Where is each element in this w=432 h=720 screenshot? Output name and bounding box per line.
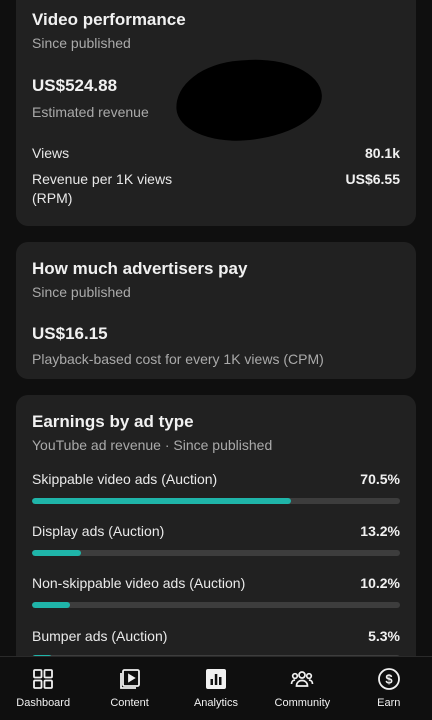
ad-type-label: Non-skippable video ads (Auction) (32, 575, 246, 591)
advertisers-pay-card[interactable]: How much advertisers pay Since published… (16, 242, 416, 379)
nav-label-content: Content (110, 697, 149, 709)
nav-label-community: Community (274, 697, 331, 709)
nav-label-earn: Earn (377, 697, 401, 709)
content-icon (119, 669, 140, 689)
ad-type-bar-fill (32, 498, 292, 504)
ad-type-percent: 13.2% (360, 523, 400, 539)
video-performance-title: Video performance (32, 10, 186, 29)
advertisers-pay-subtitle: Since published (32, 284, 131, 300)
nav-label-analytics: Analytics (193, 697, 238, 709)
analytics-icon (205, 669, 226, 689)
ad-type-row: Skippable video ads (Auction) 70.5% (32, 470, 400, 504)
bottom-navigation: Dashboard Content Analytics Community $ … (0, 656, 432, 720)
earn-icon: $ (377, 668, 400, 690)
views-label: Views (32, 145, 70, 161)
rpm-row: Revenue per 1K views (RPM) US$6.55 (32, 170, 400, 208)
earnings-title: Earnings by ad type (32, 412, 194, 431)
ad-type-bar-fill (32, 602, 70, 608)
ad-type-bar-fill (32, 550, 81, 556)
community-icon (291, 671, 314, 687)
nav-label-dashboard: Dashboard (16, 697, 71, 709)
ad-type-row: Non-skippable video ads (Auction) 10.2% (32, 574, 400, 608)
nav-item-earn[interactable]: $ Earn (346, 657, 432, 720)
ad-type-label: Skippable video ads (Auction) (32, 471, 218, 487)
views-value: 80.1k (364, 145, 400, 161)
nav-item-community[interactable]: Community (259, 657, 345, 720)
advertisers-pay-title: How much advertisers pay (32, 259, 248, 278)
ad-type-percent: 10.2% (360, 575, 400, 591)
rpm-value: US$6.55 (345, 171, 400, 187)
earnings-subtitle: YouTube ad revenue · Since published (32, 437, 273, 453)
video-performance-subtitle: Since published (32, 35, 131, 51)
screen: Video performance Since published US$524… (0, 0, 432, 720)
nav-item-content[interactable]: Content (87, 657, 173, 720)
ad-type-label: Display ads (Auction) (32, 523, 165, 539)
ad-type-percent: 5.3% (368, 628, 400, 644)
ad-type-bar-track (32, 602, 400, 608)
ad-type-percent: 70.5% (360, 471, 400, 487)
ad-type-label: Bumper ads (Auction) (32, 628, 168, 644)
cpm-value: US$16.15 (32, 324, 108, 343)
rpm-label: Revenue per 1K views (RPM) (32, 171, 173, 206)
ad-type-bar-track (32, 498, 400, 504)
nav-item-dashboard[interactable]: Dashboard (0, 657, 86, 720)
ad-type-row: Display ads (Auction) 13.2% (32, 522, 400, 556)
dashboard-icon (33, 669, 54, 689)
earnings-by-ad-type-card[interactable]: Earnings by ad type YouTube ad revenue ·… (16, 395, 416, 695)
views-row: Views 80.1k (32, 144, 400, 163)
svg-text:$: $ (385, 672, 393, 687)
ad-type-bar-track (32, 550, 400, 556)
cpm-label: Playback-based cost for every 1K views (… (32, 351, 324, 367)
nav-item-analytics[interactable]: Analytics (173, 657, 259, 720)
